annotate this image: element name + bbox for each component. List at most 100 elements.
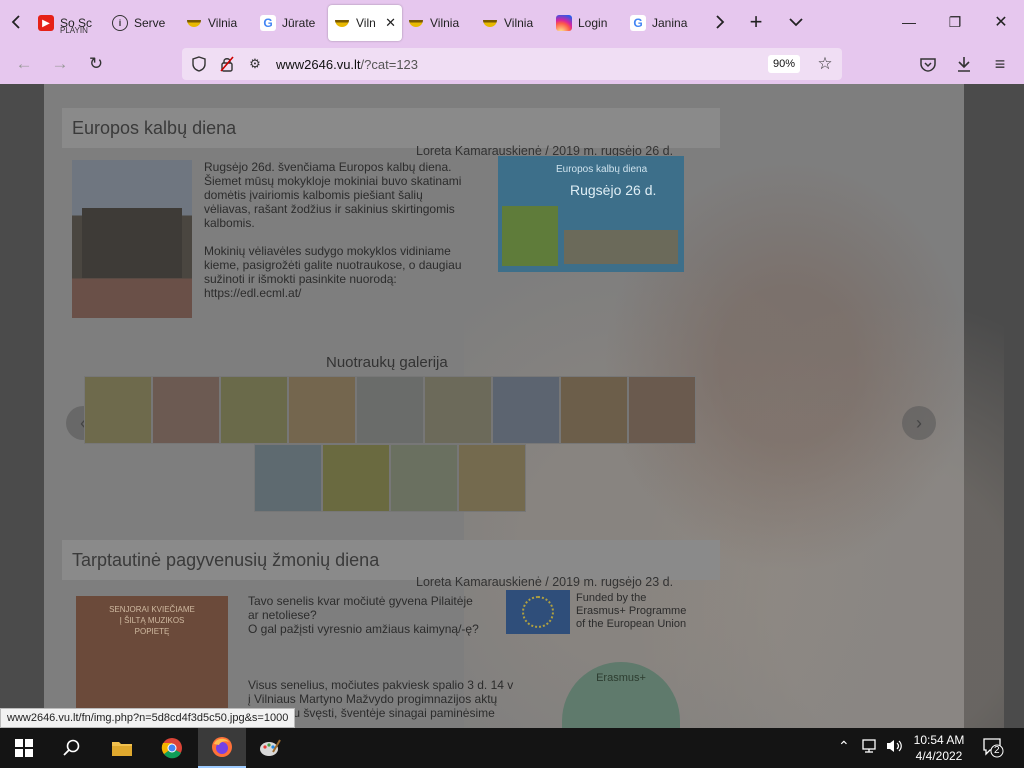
- firefox-button[interactable]: [198, 728, 246, 768]
- tab-server[interactable]: i Serve: [106, 5, 180, 41]
- minimize-button[interactable]: —: [886, 0, 932, 44]
- gallery-photo[interactable]: [560, 376, 628, 444]
- back-button[interactable]: ←: [10, 50, 38, 78]
- chrome-button[interactable]: [148, 728, 196, 768]
- erasmus-badge[interactable]: Erasmus+: [562, 662, 680, 728]
- navigation-bar: ← → ↻ ⚙ www2646.vu.lt/?cat=123 90% ☆ ≡: [0, 44, 1024, 84]
- start-button[interactable]: [0, 728, 48, 768]
- shield-icon[interactable]: [188, 53, 210, 75]
- restore-button[interactable]: ❐: [932, 0, 978, 44]
- gallery-photo[interactable]: [288, 376, 356, 444]
- tab-label: Vilnia: [208, 16, 238, 30]
- poster-line: Į ŠILTĄ MUZIKOS: [119, 616, 185, 625]
- lock-insecure-icon[interactable]: [216, 53, 238, 75]
- tab-vilnius-3[interactable]: Vilnia: [476, 5, 550, 41]
- zoom-level-badge[interactable]: 90%: [767, 55, 800, 73]
- gallery-next-button[interactable]: ›: [902, 406, 936, 440]
- url-bar[interactable]: ⚙ www2646.vu.lt/?cat=123 90% ☆: [182, 48, 842, 80]
- tab-scroll-left-button[interactable]: [0, 0, 32, 44]
- gallery-photo[interactable]: [458, 444, 526, 512]
- menu-button[interactable]: ≡: [986, 50, 1014, 78]
- restore-icon: ❐: [948, 13, 962, 30]
- tab-label: Viln: [356, 16, 376, 30]
- tab-youtube[interactable]: ▶ So Sc PLAYIN: [32, 5, 106, 41]
- clock-date: 4/4/2022: [915, 749, 963, 763]
- permissions-icon[interactable]: ⚙: [244, 53, 266, 75]
- pocket-button[interactable]: [914, 50, 942, 78]
- search-button[interactable]: [48, 728, 96, 768]
- gallery-photo[interactable]: [254, 444, 322, 512]
- gallery-photo[interactable]: [492, 376, 560, 444]
- article-title[interactable]: Europos kalbų diena: [62, 108, 720, 148]
- minimize-icon: —: [902, 14, 916, 30]
- speaker-icon: [887, 740, 902, 752]
- article-title[interactable]: Tarptautinė pagyvenusių žmonių diena: [62, 540, 720, 580]
- link-preview-status: www2646.vu.lt/fn/img.php?n=5d8cd4f3d5c50…: [0, 708, 296, 728]
- gallery-photo[interactable]: [322, 444, 390, 512]
- article-link[interactable]: https://edl.ecml.at/: [204, 286, 462, 300]
- text-line: ar netoliese?: [248, 608, 317, 622]
- url-domain: www2646.vu.lt: [276, 56, 361, 72]
- reload-icon: ↻: [88, 54, 104, 73]
- url-path: /?cat=123: [360, 56, 419, 72]
- plus-icon: +: [749, 9, 763, 34]
- text-line: domėtis įvairiomis kalbomis piešiant šal…: [204, 188, 423, 202]
- gallery-photo[interactable]: [390, 444, 458, 512]
- close-window-button[interactable]: ✕: [978, 0, 1024, 44]
- list-all-tabs-button[interactable]: [776, 0, 816, 44]
- close-tab-icon[interactable]: ✕: [385, 15, 396, 31]
- url-text[interactable]: www2646.vu.lt/?cat=123: [276, 57, 768, 72]
- gallery-photo[interactable]: [424, 376, 492, 444]
- system-clock[interactable]: 10:54 AM 4/4/2022: [906, 732, 972, 764]
- text-line: kalbomis.: [204, 216, 255, 230]
- network-icon: [862, 739, 876, 753]
- tab-label: Janina: [652, 16, 688, 30]
- eu-flag-icon: [506, 590, 570, 634]
- new-tab-button[interactable]: +: [736, 0, 776, 44]
- text-line: kieme, pasigrožėti galite nuotraukose, o…: [204, 258, 462, 272]
- europe-languages-poster[interactable]: Europos kalbų diena Rugsėjo 26 d.: [498, 156, 684, 272]
- tab-label: Jūrate: [282, 16, 316, 30]
- firefox-icon: [212, 737, 232, 757]
- network-button[interactable]: [862, 738, 880, 757]
- vu-icon: [482, 15, 498, 31]
- reload-button[interactable]: ↻: [82, 50, 110, 78]
- action-center-button[interactable]: 2: [982, 736, 1004, 761]
- article-text: Tavo senelis kvar močiutė gyvena Pilaitė…: [248, 594, 513, 720]
- paint-button[interactable]: [246, 728, 294, 768]
- tab-jurate[interactable]: G Jūrate: [254, 5, 328, 41]
- file-explorer-button[interactable]: [98, 728, 146, 768]
- tab-vilnius-2[interactable]: Vilnia: [402, 5, 476, 41]
- gallery-photo[interactable]: [220, 376, 288, 444]
- chevron-right-icon: [716, 15, 725, 29]
- gallery-photo[interactable]: [356, 376, 424, 444]
- chevron-left-icon: [11, 15, 20, 29]
- tab-label: Vilnia: [504, 16, 534, 30]
- poster-date: Rugsėjo 26 d.: [570, 182, 657, 198]
- page-viewport[interactable]: Europos kalbų diena Loreta Kamarauskienė…: [0, 84, 1024, 728]
- tab-vilnius-1[interactable]: Vilnia: [180, 5, 254, 41]
- article-thumbnail[interactable]: [72, 160, 192, 318]
- tab-janina[interactable]: G Janina: [624, 5, 704, 41]
- chevron-up-icon: ⌃: [838, 738, 850, 754]
- bookmark-star-icon[interactable]: ☆: [814, 53, 836, 75]
- windows-logo-icon: [15, 739, 33, 757]
- forward-button[interactable]: →: [46, 50, 74, 78]
- gallery-photo[interactable]: [152, 376, 220, 444]
- tab-vilnius-active[interactable]: Viln ✕: [328, 5, 402, 41]
- arrow-right-icon: →: [51, 54, 69, 73]
- gallery-title: Nuotraukų galerija: [326, 354, 448, 371]
- poster-line: SENJORAI KVIEČIAME: [109, 605, 195, 614]
- volume-button[interactable]: [886, 738, 904, 757]
- show-hidden-icons-button[interactable]: ⌃: [838, 738, 850, 755]
- downloads-button[interactable]: [950, 50, 978, 78]
- eu-funding-text: Funded by the Erasmus+ Programme of the …: [576, 592, 686, 631]
- tab-scroll-right-button[interactable]: [704, 0, 736, 44]
- gallery-photo[interactable]: [84, 376, 152, 444]
- tab-instagram-login[interactable]: Login: [550, 5, 624, 41]
- text-line: Rugsėjo 26d. švenčiama Europos kalbų die…: [204, 160, 452, 174]
- chevron-right-icon: ›: [916, 412, 922, 433]
- gallery-photo[interactable]: [628, 376, 696, 444]
- folder-icon: [112, 742, 132, 756]
